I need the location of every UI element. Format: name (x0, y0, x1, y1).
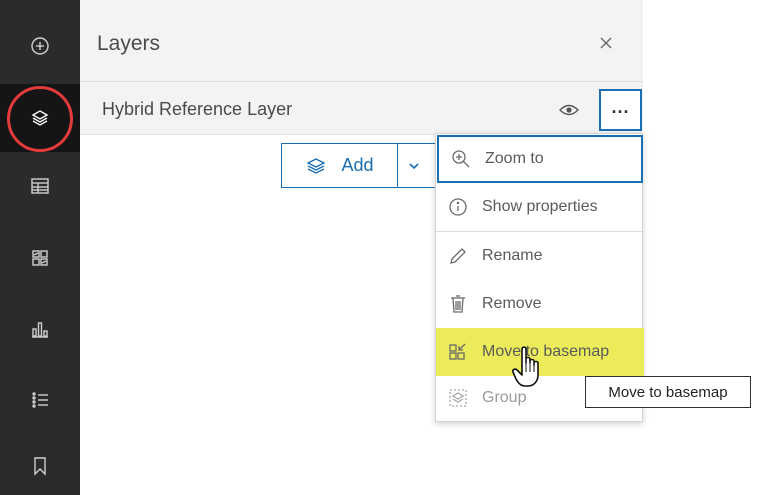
move-to-basemap-icon (449, 343, 466, 360)
menu-item-label: Move to basemap (482, 343, 610, 360)
zoom-in-icon (452, 150, 470, 168)
tooltip-text: Move to basemap (608, 383, 728, 401)
table-icon (31, 178, 49, 194)
menu-item-label: Show properties (482, 198, 598, 215)
tables-button[interactable] (0, 152, 80, 220)
menu-item-label: Rename (482, 247, 543, 264)
menu-item-remove[interactable]: Remove (436, 280, 644, 328)
add-dropdown-button[interactable] (398, 143, 438, 188)
menu-item-label: Group (482, 389, 527, 406)
close-icon (600, 37, 612, 49)
layer-list-item[interactable]: Hybrid Reference Layer ... (80, 83, 643, 135)
panel-title: Layers (97, 32, 161, 55)
app-window: Layers Hybrid Reference Layer ... Add Zo… (0, 0, 766, 495)
panel-header: Layers (80, 0, 643, 82)
layer-name: Hybrid Reference Layer (102, 99, 293, 119)
eye-icon (559, 104, 579, 116)
close-button[interactable] (591, 28, 621, 58)
layers-icon (31, 110, 49, 126)
add-icon (31, 37, 49, 55)
legend-icon (32, 250, 48, 266)
menu-item-zoom-to[interactable]: Zoom to (437, 135, 643, 183)
group-layers-icon (449, 389, 467, 407)
layers-button[interactable] (0, 84, 80, 152)
trash-icon (451, 295, 465, 313)
list-button[interactable] (0, 366, 80, 434)
layers-icon (306, 157, 327, 174)
charts-button[interactable] (0, 295, 80, 363)
chart-icon (32, 322, 48, 338)
menu-item-rename[interactable]: Rename (436, 232, 644, 280)
visibility-toggle[interactable] (556, 97, 582, 123)
menu-item-show-properties[interactable]: Show properties (436, 183, 644, 231)
menu-item-label: Remove (482, 295, 542, 312)
bookmark-icon (34, 457, 46, 476)
add-layer-group: Add (281, 143, 438, 188)
pencil-icon (450, 248, 466, 264)
list-icon (32, 392, 48, 408)
add-button[interactable]: Add (281, 143, 398, 188)
chevron-down-icon (409, 162, 419, 169)
action-bar (0, 0, 80, 495)
bookmarks-button[interactable] (0, 432, 80, 495)
menu-item-move-to-basemap[interactable]: Move to basemap (436, 328, 644, 376)
tooltip: Move to basemap (585, 376, 751, 408)
information-icon (449, 198, 467, 216)
more-options-icon: ... (611, 96, 630, 117)
add-data-button[interactable] (0, 12, 80, 80)
legend-button[interactable] (0, 224, 80, 292)
layer-options-button[interactable]: ... (599, 89, 642, 131)
add-button-label: Add (341, 155, 374, 175)
menu-item-label: Zoom to (485, 150, 544, 167)
